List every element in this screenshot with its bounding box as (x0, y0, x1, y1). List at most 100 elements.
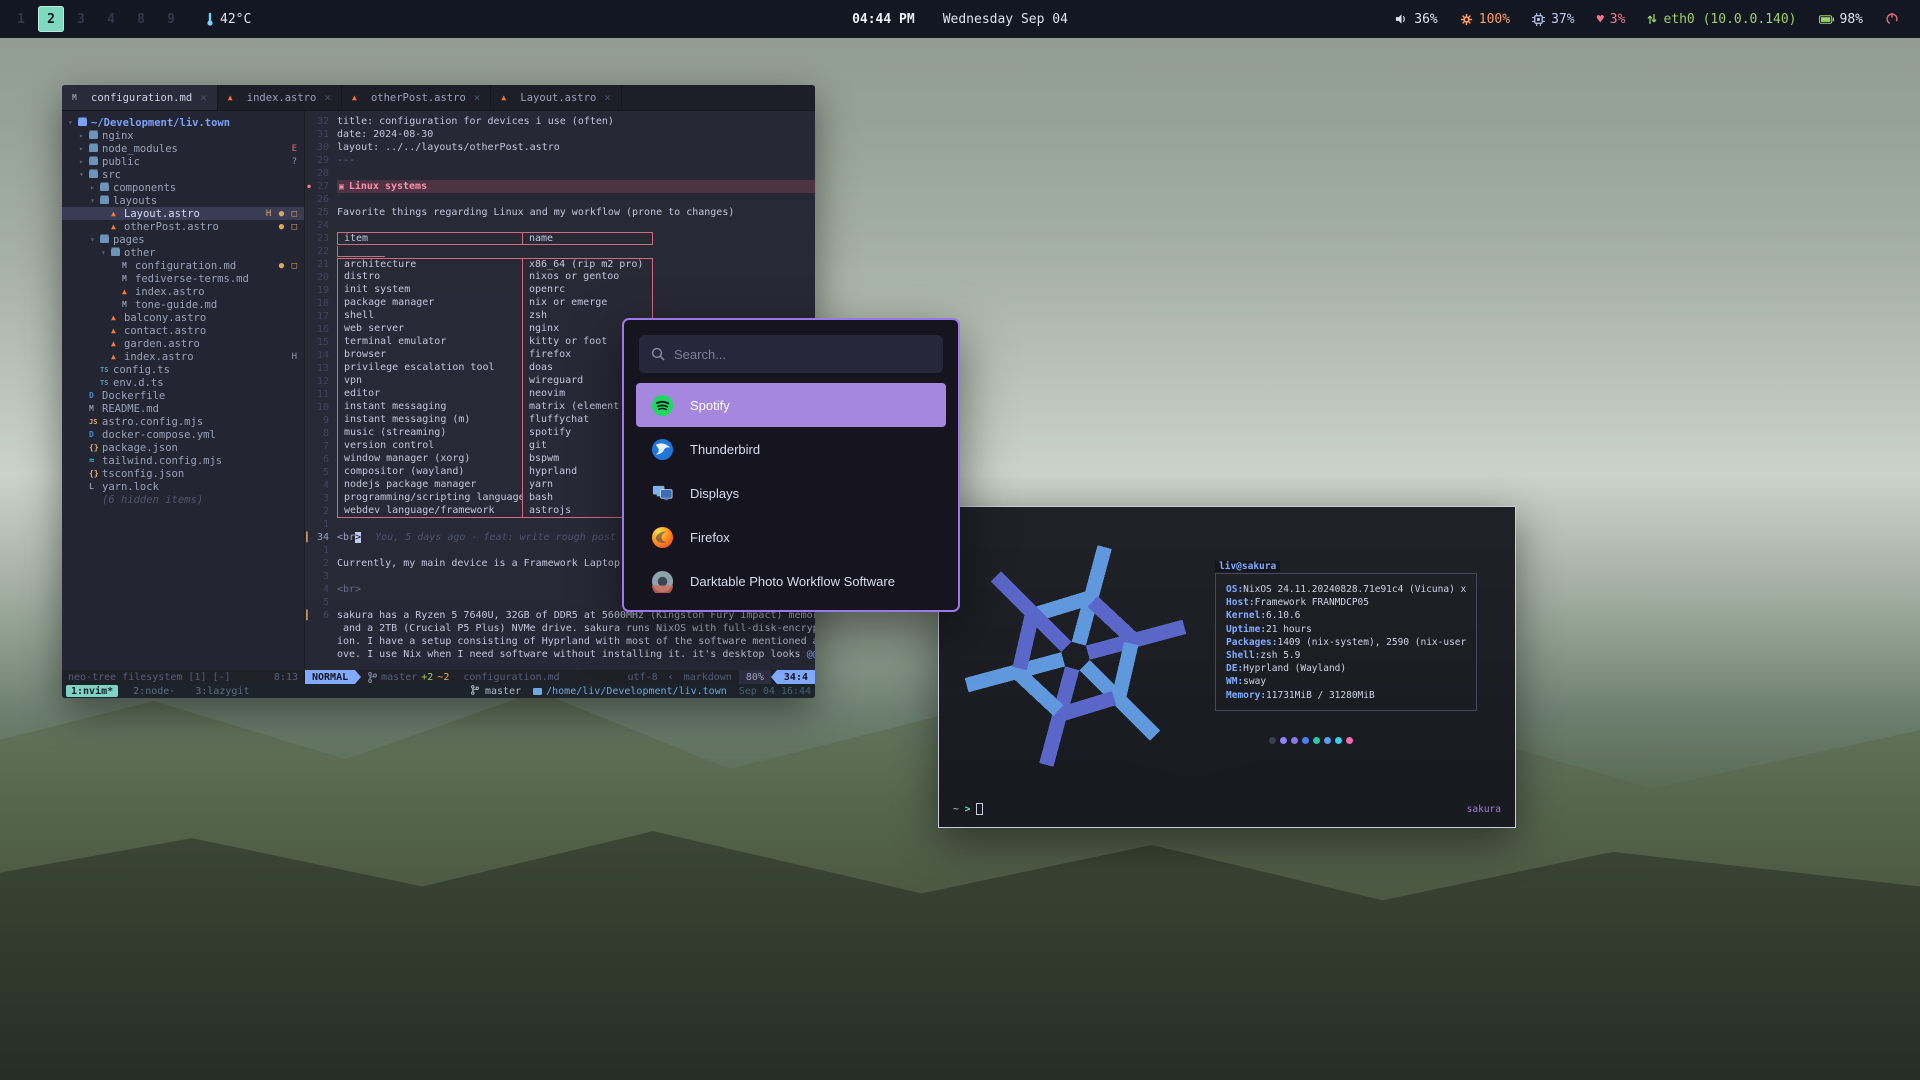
tree-item[interactable]: pages (62, 233, 304, 246)
gear-icon (1460, 13, 1473, 26)
tree-item[interactable]: tsconfig.json (62, 467, 304, 480)
launcher-item-spotify[interactable]: Spotify (636, 383, 946, 427)
tree-item[interactable]: components (62, 181, 304, 194)
file-type-icon (122, 300, 135, 309)
launcher-item-firefox[interactable]: Firefox (636, 515, 946, 559)
temperature-module[interactable]: 42°C (206, 12, 251, 27)
file-type-icon (89, 482, 102, 491)
tmux-window-lazygit[interactable]: 3:lazygit (190, 685, 254, 697)
terminal-cursor (976, 803, 983, 815)
tree-item[interactable]: nginx (62, 129, 304, 142)
thermometer-icon (206, 12, 214, 26)
tree-item-label: README.md (102, 403, 298, 415)
file-type-icon (89, 158, 102, 165)
tree-item[interactable]: tailwind.config.mjs (62, 454, 304, 467)
tree-item[interactable]: Layout.astro H ● □ (62, 207, 304, 220)
launcher-item-thunderbird[interactable]: Thunderbird (636, 427, 946, 471)
chevron-icon (101, 248, 111, 257)
file-type-icon (111, 222, 124, 231)
palette-dot (1313, 737, 1320, 744)
close-icon[interactable]: × (474, 91, 481, 104)
table-delimiter-fragment (337, 246, 385, 257)
tree-item[interactable]: astro.config.mjs (62, 415, 304, 428)
tree-item[interactable]: yarn.lock (62, 480, 304, 493)
cpu-module[interactable]: 37% (1532, 12, 1574, 27)
tree-item[interactable]: src (62, 168, 304, 181)
brightness-module[interactable]: 100% (1460, 12, 1510, 27)
shell-prompt[interactable]: ~ > (953, 803, 983, 815)
file-type-icon (111, 326, 124, 335)
line-number: 26 (313, 194, 337, 205)
tree-item[interactable]: config.ts (62, 363, 304, 376)
line-number: 18 (313, 298, 337, 309)
chevron-icon (90, 183, 100, 192)
tree-item[interactable]: other (62, 246, 304, 259)
close-icon[interactable]: × (324, 91, 331, 104)
tree-item[interactable]: (6 hidden items) (62, 493, 304, 506)
search-input[interactable] (674, 347, 931, 362)
workspace-button[interactable]: 8 (128, 6, 154, 32)
tree-item[interactable]: configuration.md ● □ (62, 259, 304, 272)
tree-item[interactable]: ~/Development/liv.town (62, 116, 304, 129)
buffer-tab[interactable]: otherPost.astro × (342, 85, 491, 110)
workspace-button[interactable]: 4 (98, 6, 124, 32)
tree-item-label: components (113, 182, 298, 194)
close-icon[interactable]: × (200, 91, 207, 104)
network-module[interactable]: eth0 (10.0.0.140) (1647, 12, 1796, 27)
buffer-tab[interactable]: index.astro × (218, 85, 342, 110)
tree-item[interactable]: env.d.ts (62, 376, 304, 389)
tree-item-label: contact.astro (124, 325, 298, 337)
line-number: 21 (313, 259, 337, 270)
tmux-window-node[interactable]: 2:node- (128, 685, 180, 697)
tree-item[interactable]: contact.astro (62, 324, 304, 337)
tree-item[interactable]: index.astro (62, 285, 304, 298)
line-number: 34 (313, 532, 337, 543)
table-cell-item: terminal emulator (337, 336, 523, 349)
tree-item-label: other (124, 247, 298, 259)
search-icon (651, 347, 665, 361)
tree-item[interactable]: fediverse-terms.md (62, 272, 304, 285)
power-button[interactable] (1885, 12, 1899, 26)
workspace-button[interactable]: 9 (158, 6, 184, 32)
tree-item[interactable]: otherPost.astro ● □ (62, 220, 304, 233)
launcher-search[interactable] (639, 335, 943, 373)
line-text: <br> (337, 584, 361, 595)
tree-item-label: fediverse-terms.md (135, 273, 298, 285)
tree-item[interactable]: index.astro H (62, 350, 304, 363)
line-number: 5 (313, 597, 337, 608)
table-cell-item: window manager (xorg) (337, 453, 523, 466)
tree-item[interactable]: layouts (62, 194, 304, 207)
tree-item[interactable]: Dockerfile (62, 389, 304, 402)
fetch-info-row: OS: NixOS 24.11.20240828.71e91c4 (Vicuna… (1226, 583, 1466, 596)
git-branch-icon (471, 685, 479, 695)
tree-item[interactable]: garden.astro (62, 337, 304, 350)
line-text: ove. I use Nix when I need software with… (337, 649, 807, 660)
git-status-badge: ● □ (279, 222, 298, 232)
buffer-tab[interactable]: Layout.astro × (491, 85, 621, 110)
close-icon[interactable]: × (604, 91, 611, 104)
buffer-tab[interactable]: configuration.md × (62, 85, 218, 110)
line-number: 3 (313, 493, 337, 504)
tree-item[interactable]: tone-guide.md (62, 298, 304, 311)
tmux-window-nvim[interactable]: 1:nvim* (66, 685, 118, 697)
temperature-value: 42°C (220, 12, 251, 27)
workspace-button[interactable]: 3 (68, 6, 94, 32)
volume-module[interactable]: 36% (1395, 12, 1437, 27)
workspace-button[interactable]: 2 (38, 6, 64, 32)
battery-module[interactable]: 98% (1819, 12, 1863, 27)
tree-item[interactable]: package.json (62, 441, 304, 454)
git-status-badge: E (292, 144, 298, 154)
launcher-item-darktable[interactable]: Darktable Photo Workflow Software (636, 559, 946, 603)
palette-dot (1280, 737, 1287, 744)
memory-module[interactable]: ♥ 3% (1597, 12, 1626, 27)
network-value: eth0 (10.0.0.140) (1663, 12, 1796, 27)
tree-item[interactable]: balcony.astro (62, 311, 304, 324)
launcher-item-displays[interactable]: Displays (636, 471, 946, 515)
workspace-button[interactable]: 1 (8, 6, 34, 32)
git-branch-segment: master +2 ~2 (361, 670, 456, 684)
tree-item[interactable]: node_modules E (62, 142, 304, 155)
tree-item[interactable]: docker-compose.yml (62, 428, 304, 441)
editor-line: 32 ▣ title: configuration for devices i … (305, 115, 815, 128)
tree-item[interactable]: public ? (62, 155, 304, 168)
tree-item[interactable]: README.md (62, 402, 304, 415)
